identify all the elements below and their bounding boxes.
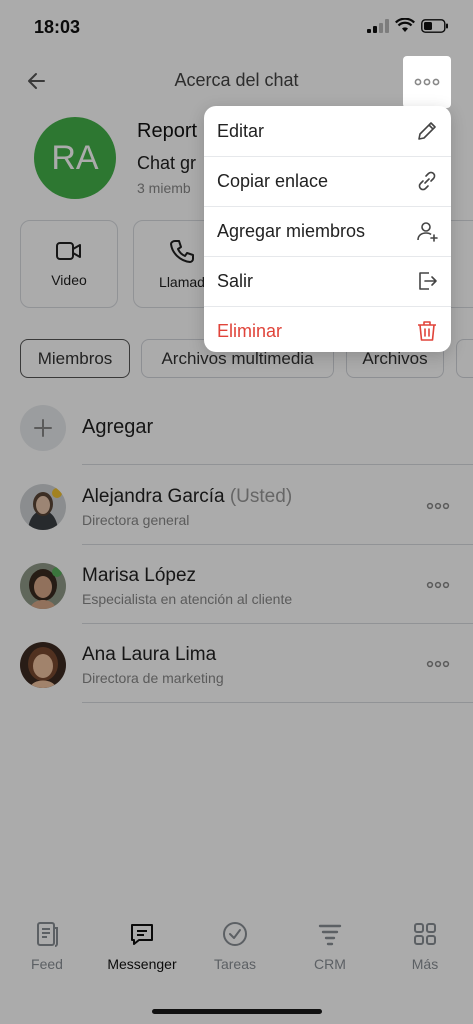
home-indicator	[152, 1009, 322, 1014]
menu-item-label: Editar	[217, 120, 265, 141]
add-user-icon	[417, 222, 438, 242]
menu-item-copy-link[interactable]: Copiar enlace	[204, 156, 451, 206]
menu-item-delete[interactable]: Eliminar	[204, 306, 451, 352]
link-icon	[418, 171, 436, 191]
more-options-button[interactable]	[403, 56, 451, 108]
exit-icon	[419, 272, 437, 290]
more-dots-icon	[414, 78, 440, 86]
menu-item-leave[interactable]: Salir	[204, 256, 451, 306]
menu-item-label: Copiar enlace	[217, 170, 329, 191]
menu-item-label: Eliminar	[217, 320, 283, 341]
menu-item-edit[interactable]: Editar	[204, 106, 451, 156]
options-menu: Editar Copiar enlace Agregar miembros Sa…	[204, 106, 451, 352]
menu-item-add-members[interactable]: Agregar miembros	[204, 206, 451, 256]
chat-info-screen: 18:03 Acerca del chat RA Report Chat gr …	[0, 0, 473, 1024]
pencil-icon	[418, 122, 436, 140]
trash-icon	[418, 321, 436, 341]
menu-item-label: Salir	[217, 270, 254, 291]
menu-item-label: Agregar miembros	[217, 220, 366, 241]
